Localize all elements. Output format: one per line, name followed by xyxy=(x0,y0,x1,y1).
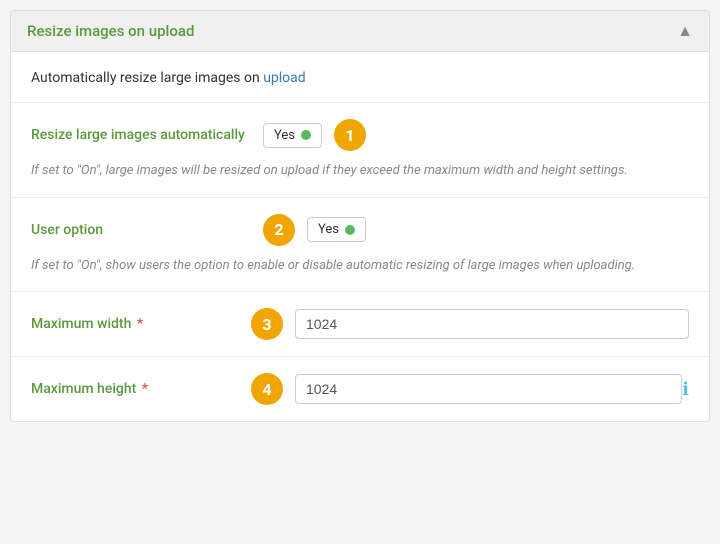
setting-max-height: Maximum height * 4 ℹ xyxy=(11,357,709,421)
label-area-4: Maximum height * xyxy=(31,381,251,397)
setting-row-main-1: Resize large images automatically Yes 1 xyxy=(31,119,689,151)
label-area-3: Maximum width * xyxy=(31,316,251,332)
label-area-2: User option xyxy=(31,222,251,238)
step-badge-2: 2 xyxy=(263,214,295,246)
user-option-status-dot xyxy=(345,225,355,235)
intro-text: Automatically resize large images on upl… xyxy=(31,70,689,86)
max-width-required: * xyxy=(133,316,143,332)
max-height-required: * xyxy=(138,381,148,397)
intro-text-before: Automatically resize large images on xyxy=(31,70,263,86)
panel-header: Resize images on upload ▲ xyxy=(11,11,709,52)
user-option-toggle[interactable]: Yes xyxy=(307,217,366,242)
resize-auto-label: Resize large images automatically xyxy=(31,127,245,143)
panel-body: Automatically resize large images on upl… xyxy=(11,52,709,421)
panel-title: Resize images on upload xyxy=(27,22,194,40)
max-width-label: Maximum width * xyxy=(31,316,231,332)
max-height-input[interactable] xyxy=(295,374,682,404)
label-area-1: Resize large images automatically xyxy=(31,127,251,143)
intro-section: Automatically resize large images on upl… xyxy=(11,52,709,103)
max-width-row: Maximum width * 3 xyxy=(31,308,689,340)
info-icon[interactable]: ℹ xyxy=(682,379,689,400)
resize-images-panel: Resize images on upload ▲ Automatically … xyxy=(10,10,710,422)
setting-row-main-2: User option 2 Yes xyxy=(31,214,689,246)
step-badge-3: 3 xyxy=(251,308,283,340)
user-option-value: Yes xyxy=(318,222,339,237)
user-option-description: If set to "On", show users the option to… xyxy=(31,256,689,276)
setting-resize-auto: Resize large images automatically Yes 1 … xyxy=(11,103,709,198)
max-height-label: Maximum height * xyxy=(31,381,231,397)
max-width-input[interactable] xyxy=(295,309,689,339)
step-badge-4: 4 xyxy=(251,373,283,405)
intro-upload-link[interactable]: upload xyxy=(263,70,305,86)
resize-auto-value: Yes xyxy=(274,128,295,143)
max-height-row: Maximum height * 4 ℹ xyxy=(31,373,689,405)
step-badge-1: 1 xyxy=(334,119,366,151)
collapse-icon[interactable]: ▲ xyxy=(677,21,693,41)
setting-user-option: User option 2 Yes If set to "On", show u… xyxy=(11,198,709,293)
resize-auto-status-dot xyxy=(301,130,311,140)
setting-max-width: Maximum width * 3 xyxy=(11,292,709,357)
resize-auto-description: If set to "On", large images will be res… xyxy=(31,161,689,181)
resize-auto-toggle[interactable]: Yes xyxy=(263,123,322,148)
user-option-label: User option xyxy=(31,222,231,238)
